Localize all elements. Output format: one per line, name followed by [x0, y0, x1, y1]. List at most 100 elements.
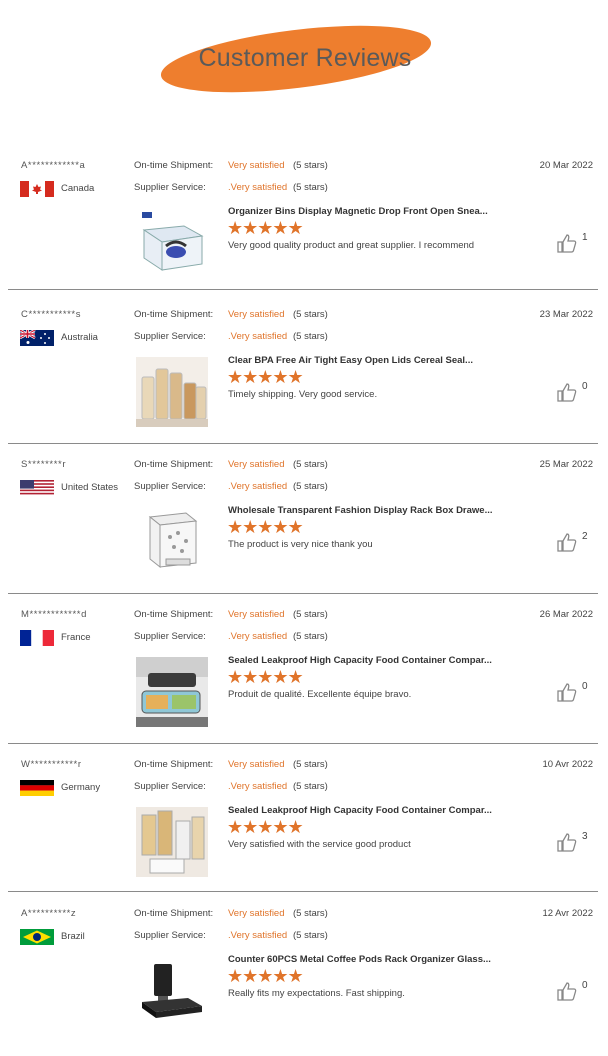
shipment-label: On-time Shipment:	[134, 309, 214, 320]
review-item: S********r United States On-time Shipmen…	[0, 459, 608, 607]
australia-flag-icon	[20, 330, 54, 346]
divider	[8, 743, 598, 744]
product-image[interactable]	[136, 807, 208, 877]
review-comment: Timely shipping. Very good service.	[228, 389, 378, 400]
review-comment: Very satisfied with the service good pro…	[228, 839, 411, 850]
like-count: 1	[582, 232, 588, 243]
review-comment: Produit de qualité. Excellente équipe br…	[228, 689, 412, 700]
divider	[8, 593, 598, 594]
shipment-value: Very satisfied	[228, 908, 285, 919]
product-image[interactable]	[136, 208, 208, 278]
product-title-link[interactable]: Wholesale Transparent Fashion Display Ra…	[228, 505, 493, 516]
reviewer-name: A**********z	[21, 908, 77, 919]
review-date: 10 Avr 2022	[542, 759, 593, 770]
thumbs-up-icon[interactable]	[556, 980, 578, 1002]
reviewer-country: Brazil	[61, 931, 85, 942]
service-stars: (5 stars)	[293, 781, 328, 792]
review-item: A************a Canada On-time Shipment: …	[0, 160, 608, 308]
thumbs-up-icon[interactable]	[556, 531, 578, 553]
shipment-stars: (5 stars)	[293, 309, 328, 320]
thumbs-up-icon[interactable]	[556, 381, 578, 403]
review-comment: The product is very nice thank you	[228, 539, 373, 550]
service-value: .Very satisfied	[228, 631, 288, 642]
service-stars: (5 stars)	[293, 930, 328, 941]
usa-flag-icon	[20, 480, 54, 496]
review-date: 23 Mar 2022	[539, 309, 593, 320]
shipment-value: Very satisfied	[228, 609, 285, 620]
like-count: 0	[582, 980, 588, 991]
product-image[interactable]	[136, 507, 208, 577]
service-stars: (5 stars)	[293, 182, 328, 193]
review-item: C***********s Australia On-time Shipment…	[0, 309, 608, 457]
review-date: 20 Mar 2022	[539, 160, 593, 171]
service-value: .Very satisfied	[228, 182, 288, 193]
service-label: Supplier Service:	[134, 481, 206, 492]
brazil-flag-icon	[20, 929, 54, 945]
shipment-value: Very satisfied	[228, 759, 285, 770]
reviewer-country: Canada	[61, 183, 95, 194]
reviewer-name: S********r	[21, 459, 67, 470]
service-value: .Very satisfied	[228, 331, 288, 342]
service-value: .Very satisfied	[228, 481, 288, 492]
thumbs-up-icon[interactable]	[556, 681, 578, 703]
shipment-label: On-time Shipment:	[134, 459, 214, 470]
product-image[interactable]	[136, 357, 208, 427]
shipment-stars: (5 stars)	[293, 759, 328, 770]
rating-stars: ★★★★★	[227, 218, 304, 238]
product-title-link[interactable]: Organizer Bins Display Magnetic Drop Fro…	[228, 206, 488, 217]
reviewer-country: France	[61, 632, 91, 643]
review-comment: Very good quality product and great supp…	[228, 240, 475, 251]
rating-stars: ★★★★★	[227, 517, 304, 537]
service-label: Supplier Service:	[134, 331, 206, 342]
reviewer-name: W***********r	[21, 759, 82, 770]
france-flag-icon	[20, 630, 54, 646]
reviewer-name: A************a	[21, 160, 86, 171]
product-title-link[interactable]: Sealed Leakproof High Capacity Food Cont…	[228, 655, 492, 666]
thumbs-up-icon[interactable]	[556, 232, 578, 254]
like-count: 2	[582, 531, 588, 542]
shipment-value: Very satisfied	[228, 459, 285, 470]
germany-flag-icon	[20, 780, 54, 796]
shipment-label: On-time Shipment:	[134, 908, 214, 919]
product-image[interactable]	[136, 956, 208, 1026]
shipment-stars: (5 stars)	[293, 609, 328, 620]
service-label: Supplier Service:	[134, 781, 206, 792]
reviewer-country: Germany	[61, 782, 101, 793]
shipment-stars: (5 stars)	[293, 908, 328, 919]
service-label: Supplier Service:	[134, 182, 206, 193]
review-date: 25 Mar 2022	[539, 459, 593, 470]
product-image[interactable]	[136, 657, 208, 727]
shipment-label: On-time Shipment:	[134, 609, 214, 620]
rating-stars: ★★★★★	[227, 966, 304, 986]
service-label: Supplier Service:	[134, 930, 206, 941]
canada-flag-icon	[20, 181, 54, 197]
like-count: 3	[582, 831, 588, 842]
service-label: Supplier Service:	[134, 631, 206, 642]
page-title: Customer Reviews	[198, 44, 412, 72]
product-title-link[interactable]: Counter 60PCS Metal Coffee Pods Rack Org…	[228, 954, 491, 965]
reviewer-country: Australia	[61, 332, 98, 343]
service-stars: (5 stars)	[293, 331, 328, 342]
reviewer-country: United States	[61, 482, 119, 493]
divider	[8, 891, 598, 892]
service-stars: (5 stars)	[293, 631, 328, 642]
divider	[8, 289, 598, 290]
rating-stars: ★★★★★	[227, 817, 304, 837]
product-title-link[interactable]: Sealed Leakproof High Capacity Food Cont…	[228, 805, 492, 816]
shipment-label: On-time Shipment:	[134, 759, 214, 770]
reviewer-name: M************d	[21, 609, 87, 620]
service-value: .Very satisfied	[228, 781, 288, 792]
shipment-label: On-time Shipment:	[134, 160, 214, 171]
review-date: 12 Avr 2022	[542, 908, 593, 919]
reviewer-name: C***********s	[21, 309, 82, 320]
like-count: 0	[582, 681, 588, 692]
review-item: A**********z Brazil On-time Shipment: Ve…	[0, 908, 608, 1056]
thumbs-up-icon[interactable]	[556, 831, 578, 853]
rating-stars: ★★★★★	[227, 367, 304, 387]
rating-stars: ★★★★★	[227, 667, 304, 687]
shipment-value: Very satisfied	[228, 160, 285, 171]
like-count: 0	[582, 381, 588, 392]
divider	[8, 443, 598, 444]
product-title-link[interactable]: Clear BPA Free Air Tight Easy Open Lids …	[228, 355, 473, 366]
review-item: M************d France On-time Shipment: …	[0, 609, 608, 757]
